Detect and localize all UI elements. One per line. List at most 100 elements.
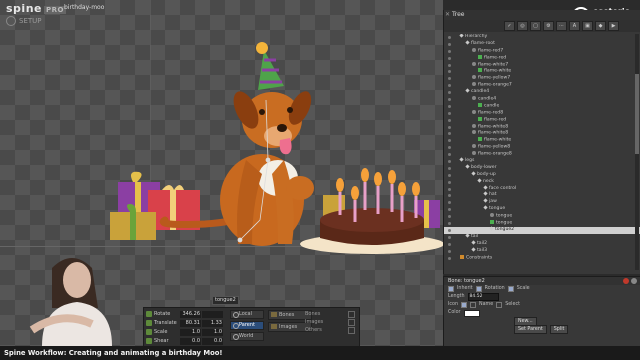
select-checkbox[interactable] <box>496 302 503 308</box>
name-checkbox[interactable] <box>470 302 477 308</box>
tree-node[interactable]: flame-white8 <box>444 123 640 131</box>
settings-icon[interactable] <box>631 278 637 284</box>
tree-node[interactable]: Hierarchy <box>444 34 640 41</box>
set-parent-button[interactable]: Set Parent <box>514 324 547 334</box>
visibility-icon[interactable] <box>448 187 451 191</box>
tree-filter-anim-icon[interactable]: ▶ <box>608 21 619 31</box>
tree-node[interactable]: flame-yellow7 <box>444 75 640 82</box>
tree-node[interactable]: candle4 <box>444 96 640 103</box>
translate-tool[interactable]: Translate 80.31 1.33 <box>146 319 224 328</box>
visibility-icon[interactable] <box>448 146 451 150</box>
scale-x[interactable]: 1.0 <box>180 328 201 336</box>
tree-node[interactable]: tail3 <box>444 246 640 255</box>
visibility-icon[interactable] <box>448 201 451 205</box>
option-others[interactable]: Others <box>305 326 355 334</box>
visibility-icon[interactable] <box>448 173 451 177</box>
translate-y[interactable]: 1.33 <box>202 319 223 327</box>
close-icon[interactable]: ✕ <box>445 10 450 20</box>
visibility-icon[interactable] <box>448 153 451 157</box>
tree-node[interactable]: flame-red <box>444 54 640 62</box>
visibility-icon[interactable] <box>448 84 451 88</box>
visibility-icon[interactable] <box>448 42 451 46</box>
rotate-value[interactable]: 346.26 <box>180 310 201 318</box>
tree-node-list[interactable]: Hierarchy flame-root flame-red7 flame-red fl… <box>444 34 640 274</box>
bone-color-swatch[interactable] <box>463 309 480 317</box>
tree-filter-skins-icon[interactable]: ◆ <box>595 21 606 31</box>
tree-node[interactable]: face control <box>444 184 640 193</box>
visibility-icon[interactable] <box>448 242 451 246</box>
visibility-icon[interactable] <box>448 166 451 170</box>
mode-toggle[interactable]: SETUP <box>6 16 42 26</box>
tree-node[interactable]: flame-white8 <box>444 130 640 137</box>
rotate-tool[interactable]: Rotate 346.26 <box>146 310 224 319</box>
visibility-icon[interactable] <box>448 256 451 260</box>
viewport-canvas[interactable]: spine PRO birthday-moo SETUP tongue2 Rota… <box>0 0 443 346</box>
visibility-icon[interactable] <box>448 77 451 81</box>
tree-filter-slots-icon[interactable]: ◎ <box>517 21 528 31</box>
visibility-icon[interactable] <box>448 132 451 136</box>
visibility-icon[interactable] <box>448 56 451 60</box>
visibility-icon[interactable] <box>448 98 451 102</box>
tree-filter-bones-icon[interactable]: ✓ <box>504 21 515 31</box>
visibility-icon[interactable] <box>448 70 451 74</box>
rotation-checkbox[interactable] <box>475 286 482 292</box>
visibility-icon[interactable] <box>448 228 451 232</box>
visibility-icon[interactable] <box>448 160 451 164</box>
visibility-icon[interactable] <box>448 118 451 122</box>
tree-scroll-thumb[interactable] <box>635 74 639 154</box>
scale-checkbox[interactable] <box>507 286 514 292</box>
shear-x[interactable]: 0.0 <box>180 337 201 345</box>
tree-filter-attachments-icon[interactable]: ▢ <box>530 21 541 31</box>
tree-node[interactable]: flame-yellow8 <box>444 144 640 151</box>
key-icon[interactable] <box>623 278 629 284</box>
visibility-icon[interactable] <box>448 215 451 219</box>
visibility-icon[interactable] <box>448 91 451 95</box>
tree-node[interactable]: Constraints <box>444 254 640 262</box>
tree-node[interactable]: flame-red <box>444 116 640 124</box>
option-images[interactable]: Images <box>305 318 355 326</box>
scale-tool[interactable]: Scale 1.0 1.0 <box>146 328 224 337</box>
option-images-checkbox[interactable] <box>348 319 355 326</box>
tree-node[interactable]: jaw <box>444 198 640 206</box>
tree-filter-constraints-icon[interactable]: ⚙ <box>543 21 554 31</box>
tree-node[interactable]: hat <box>444 191 640 199</box>
shear-tool[interactable]: Shear 0.0 0.0 <box>146 337 224 346</box>
visibility-icon[interactable] <box>448 194 451 198</box>
tree-node[interactable]: tongue <box>444 213 640 220</box>
visibility-icon[interactable] <box>448 125 451 129</box>
tree-filter-images-icon[interactable]: ▣ <box>582 21 593 31</box>
tree-node[interactable]: candle <box>444 102 640 110</box>
shear-y[interactable]: 0.0 <box>202 337 223 345</box>
axis-world-button[interactable]: World <box>230 332 264 341</box>
translate-x[interactable]: 80.31 <box>180 319 201 327</box>
tree-node[interactable]: tongue <box>444 220 640 227</box>
tree-node[interactable]: body-up <box>444 171 640 179</box>
length-field[interactable]: 84.52 <box>467 293 499 301</box>
tree-filter-all-icon[interactable]: A <box>569 21 580 31</box>
inherit-checkbox[interactable] <box>448 286 454 292</box>
tree-node[interactable]: flame-white7 <box>444 61 640 69</box>
split-button[interactable]: Split <box>549 324 569 334</box>
tree-node[interactable]: flame-orange8 <box>444 151 640 158</box>
tree-node[interactable]: flame-white <box>444 68 640 75</box>
visibility-icon[interactable] <box>448 36 451 39</box>
icon-checkbox[interactable] <box>461 302 468 308</box>
tree-node[interactable]: flame-white <box>444 137 640 144</box>
scale-y[interactable]: 1.0 <box>202 328 223 336</box>
axis-parent-button[interactable]: Parent <box>230 321 264 330</box>
visibility-icon[interactable] <box>448 49 451 53</box>
option-bones[interactable]: Bones <box>305 310 355 318</box>
visibility-icon[interactable] <box>448 139 451 143</box>
tree-node[interactable]: tongue <box>444 205 640 213</box>
visibility-icon[interactable] <box>448 180 451 184</box>
tree-node[interactable]: neck <box>444 178 640 186</box>
tree-scrollbar[interactable] <box>635 34 639 270</box>
axis-local-button[interactable]: Local <box>230 310 264 319</box>
tree-node[interactable]: flame-root <box>444 40 640 48</box>
visibility-icon[interactable] <box>448 249 451 253</box>
tree-node[interactable]: candle4 <box>444 88 640 96</box>
tree-filter-events-icon[interactable]: ⋯ <box>556 21 567 31</box>
visibility-icon[interactable] <box>448 63 451 67</box>
visibility-icon[interactable] <box>448 222 451 226</box>
visibility-icon[interactable] <box>448 208 451 212</box>
